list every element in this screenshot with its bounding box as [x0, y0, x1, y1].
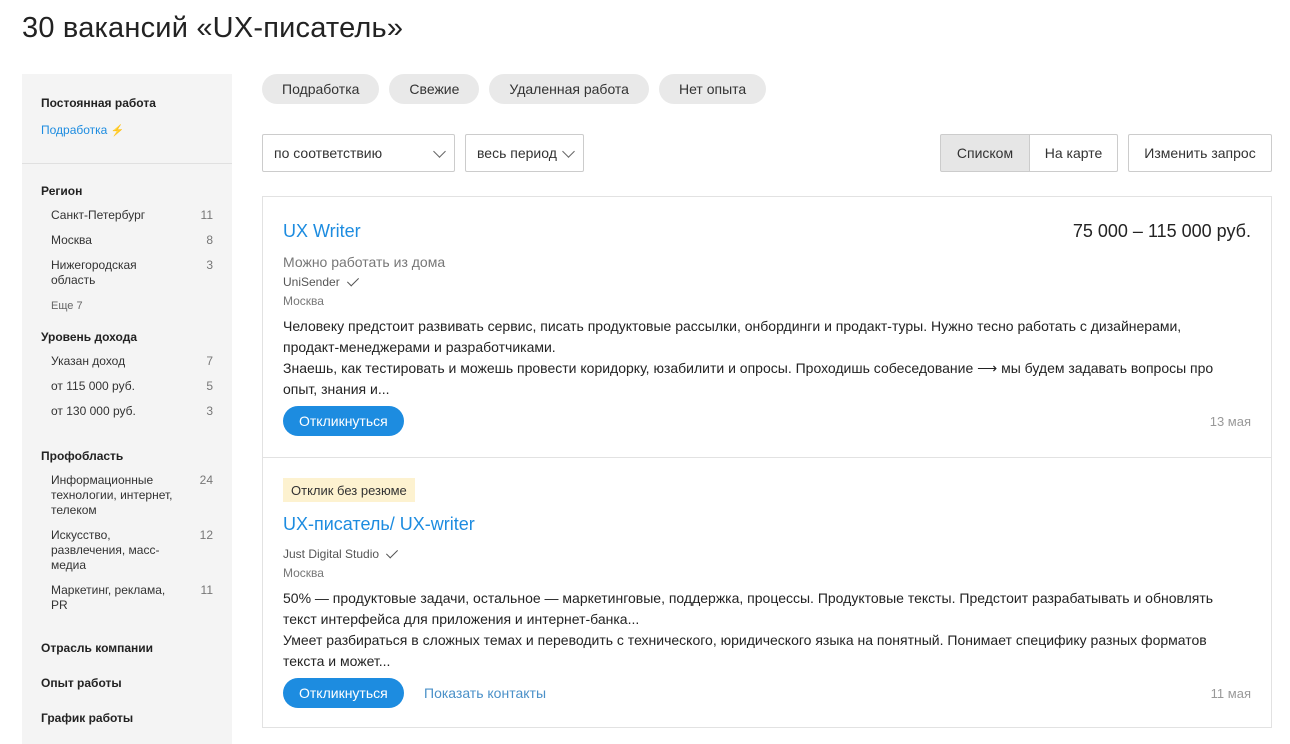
- region-item[interactable]: Москва 8: [41, 233, 213, 248]
- profarea-item-label: Информационные технологии, интернет, тел…: [51, 473, 173, 517]
- vacancy-salary: 75 000 – 115 000 руб.: [1072, 221, 1251, 241]
- chip-no-experience[interactable]: Нет опыта: [658, 74, 767, 104]
- region-item-label: Москва: [51, 233, 92, 247]
- lightning-icon: ⚡: [110, 125, 125, 137]
- page-title: 30 вакансий «UX-писатель»: [22, 12, 404, 44]
- profarea-item-label: Маркетинг, реклама, PR: [51, 583, 166, 612]
- chip-fresh[interactable]: Свежие: [389, 74, 480, 104]
- income-heading: Уровень дохода: [41, 330, 138, 344]
- apply-button[interactable]: Откликнуться: [283, 678, 404, 708]
- income-item-label: Указан доход: [51, 354, 126, 368]
- company-name-text: UniSender: [283, 275, 340, 289]
- region-item-count: 11: [200, 208, 213, 222]
- region-heading: Регион: [41, 184, 83, 198]
- income-item-label: от 115 000 руб.: [51, 379, 135, 393]
- view-map-button[interactable]: На карте: [1030, 134, 1118, 172]
- profarea-item[interactable]: Искусство, развлечения, масс-медиа 12: [41, 528, 213, 573]
- view-toggle: Списком На карте: [940, 134, 1118, 172]
- sort-select[interactable]: по соответствию: [262, 134, 455, 172]
- profarea-item[interactable]: Маркетинг, реклама, PR 11: [41, 583, 213, 613]
- profarea-item-label: Искусство, развлечения, масс-медиа: [51, 528, 160, 572]
- vacancy-city: Москва: [283, 566, 324, 580]
- part-time-link[interactable]: Подработка ⚡: [41, 123, 213, 137]
- vacancy-responsibilities: 50% — продуктовые задачи, остальное — ма…: [283, 590, 1214, 627]
- chip-part-time[interactable]: Подработка: [262, 74, 380, 104]
- vacancy-title-link[interactable]: UX-писатель/ UX-writer: [283, 514, 475, 535]
- income-item-count: 5: [206, 379, 213, 393]
- region-item[interactable]: Нижегородская область 3: [41, 258, 213, 288]
- region-item-count: 3: [206, 258, 213, 272]
- vacancy-city: Москва: [283, 294, 324, 308]
- no-resume-badge: Отклик без резюме: [283, 478, 415, 502]
- vacancy-requirements: Знаешь, как тестировать и можешь провест…: [283, 360, 1214, 397]
- industry-heading[interactable]: Отрасль компании: [41, 641, 213, 655]
- company-name[interactable]: UniSender: [283, 273, 359, 289]
- income-item[interactable]: от 130 000 руб. 3: [41, 404, 213, 419]
- change-query-button[interactable]: Изменить запрос: [1128, 134, 1272, 172]
- income-item[interactable]: от 115 000 руб. 5: [41, 379, 213, 394]
- income-item-count: 7: [206, 354, 213, 368]
- vacancy-title-link[interactable]: UX Writer: [283, 221, 361, 242]
- vacancy-list: UX Writer 75 000 – 115 000 руб. Можно ра…: [262, 196, 1272, 728]
- chevron-down-icon: [562, 145, 575, 158]
- employment-heading[interactable]: Постоянная работа: [41, 96, 213, 110]
- chevron-down-icon: [433, 145, 446, 158]
- remote-work-label: Можно работать из дома: [283, 254, 446, 270]
- experience-heading[interactable]: Опыт работы: [41, 676, 213, 690]
- profarea-item-count: 11: [200, 583, 213, 597]
- vacancy-date: 13 мая: [1209, 414, 1251, 429]
- period-select-value: весь период: [477, 145, 557, 161]
- region-item-label: Санкт-Петербург: [51, 208, 146, 222]
- verified-check-icon: [386, 545, 399, 559]
- company-name-text: Just Digital Studio: [283, 547, 380, 561]
- profarea-item-count: 24: [199, 473, 213, 487]
- region-item-count: 8: [206, 233, 213, 247]
- vacancy-description: Человеку предстоит развивать сервис, пис…: [283, 316, 1233, 400]
- income-item[interactable]: Указан доход 7: [41, 354, 213, 369]
- vacancy-card: Отклик без резюме UX-писатель/ UX-writer…: [263, 457, 1271, 727]
- income-item-count: 3: [206, 404, 213, 418]
- region-more-link[interactable]: Еще 7: [41, 300, 213, 312]
- view-list-button[interactable]: Списком: [940, 134, 1030, 172]
- sort-select-value: по соответствию: [274, 145, 383, 161]
- profarea-item[interactable]: Информационные технологии, интернет, тел…: [41, 473, 213, 518]
- quick-filter-chips: Подработка Свежие Удаленная работа Нет о…: [262, 74, 767, 104]
- region-filter: Регион Санкт-Петербург 11 Москва 8 Нижегор…: [22, 164, 232, 725]
- vacancy-card: UX Writer 75 000 – 115 000 руб. Можно ра…: [263, 197, 1271, 457]
- vacancy-requirements: Умеет разбираться в сложных темах и пере…: [283, 632, 1207, 669]
- filter-sidebar: Постоянная работа Подработка ⚡ Регион Са…: [22, 74, 232, 744]
- part-time-link-label: Подработка: [41, 123, 108, 137]
- company-name[interactable]: Just Digital Studio: [283, 545, 399, 561]
- vacancy-responsibilities: Человеку предстоит развивать сервис, пис…: [283, 318, 1182, 355]
- profarea-heading: Профобласть: [41, 449, 124, 463]
- verified-check-icon: [346, 273, 359, 287]
- show-contacts-link[interactable]: Показать контакты: [424, 685, 546, 701]
- chip-remote[interactable]: Удаленная работа: [489, 74, 649, 104]
- profarea-item-count: 12: [199, 528, 213, 542]
- schedule-heading[interactable]: График работы: [41, 711, 213, 725]
- employment-filter: Постоянная работа Подработка ⚡: [22, 74, 232, 164]
- apply-button[interactable]: Откликнуться: [283, 406, 404, 436]
- region-item-label: Нижегородская область: [51, 258, 137, 287]
- vacancy-date: 11 мая: [1210, 686, 1251, 701]
- vacancy-description: 50% — продуктовые задачи, остальное — ма…: [283, 588, 1233, 672]
- region-item[interactable]: Санкт-Петербург 11: [41, 208, 213, 223]
- income-item-label: от 130 000 руб.: [51, 404, 136, 418]
- period-select[interactable]: весь период: [465, 134, 584, 172]
